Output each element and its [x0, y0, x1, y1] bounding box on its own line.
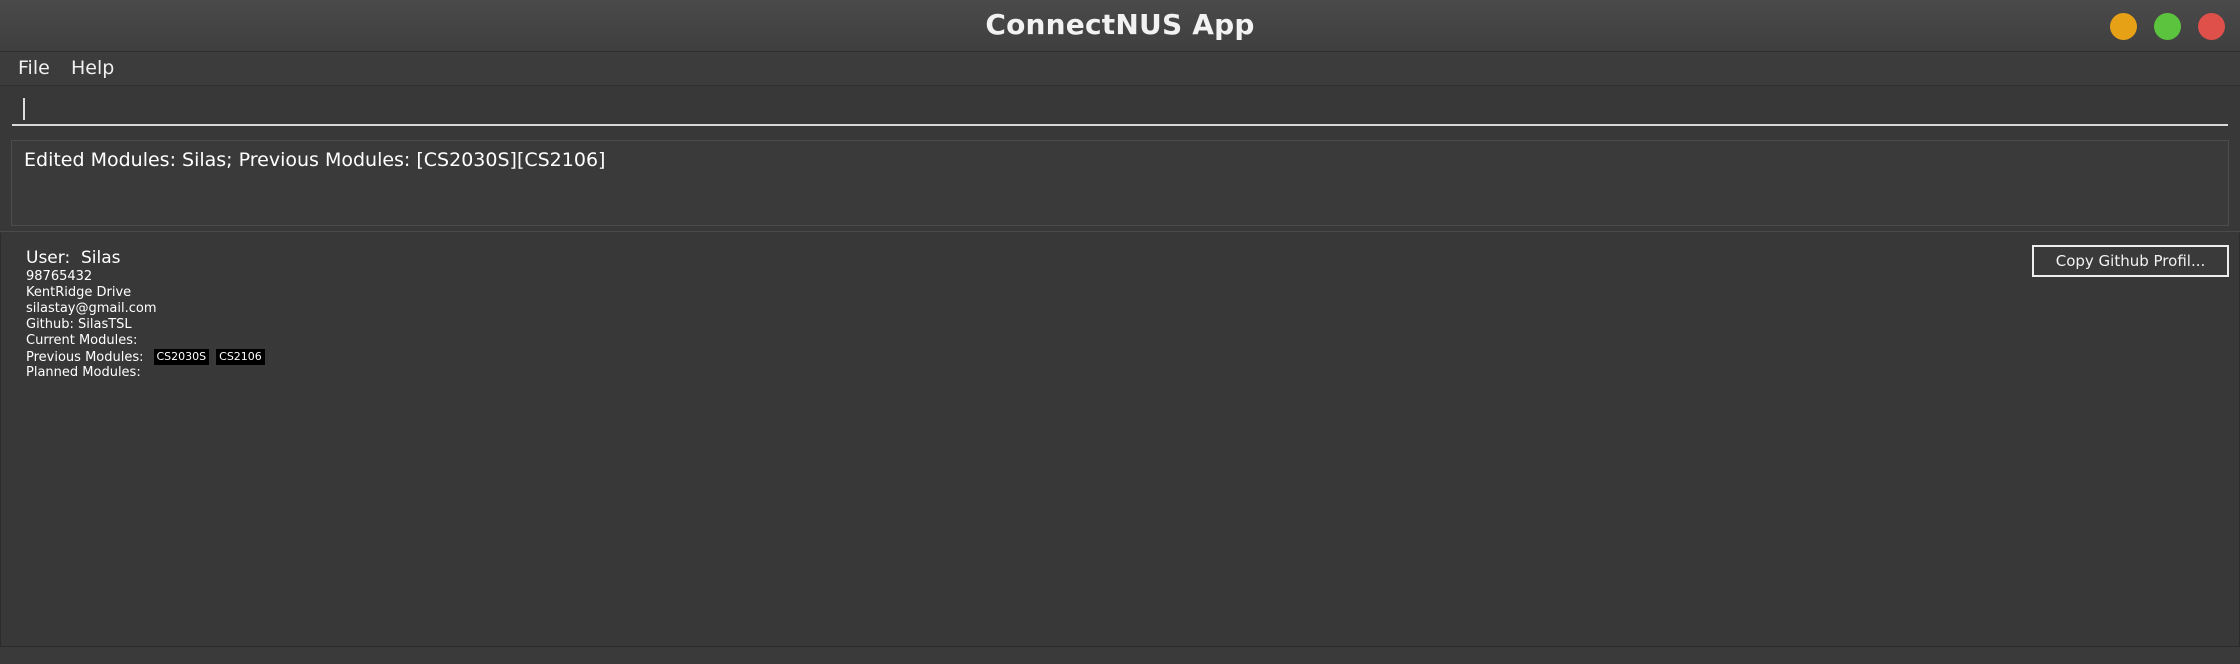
profile-phone: 98765432 [26, 269, 93, 284]
planned-modules-label: Planned Modules: [26, 365, 141, 380]
profile-address: KentRidge Drive [26, 285, 132, 300]
result-display-container: Edited Modules: Silas; Previous Modules:… [0, 136, 2240, 232]
minimize-button[interactable] [2110, 13, 2137, 40]
window-title: ConnectNUS App [985, 8, 1255, 41]
profile-name: User: Silas [26, 248, 121, 268]
menu-file[interactable]: File [18, 57, 50, 79]
menu-bar: File Help [0, 52, 2240, 86]
profile-github: Github: SilasTSL [26, 317, 132, 332]
planned-modules-row: Planned Modules: [26, 365, 141, 380]
current-modules-label: Current Modules: [26, 333, 138, 348]
result-display[interactable]: Edited Modules: Silas; Previous Modules:… [11, 140, 2229, 226]
status-bar [0, 646, 2240, 664]
text-caret [23, 98, 25, 120]
profile-email: silastay@gmail.com [26, 301, 157, 316]
copy-github-profile-button[interactable]: Copy Github Profil... [2032, 245, 2229, 277]
previous-modules-row: Previous Modules: CS2030S CS2106 [26, 349, 265, 365]
close-button[interactable] [2198, 13, 2225, 40]
menu-help[interactable]: Help [71, 57, 114, 79]
current-modules-row: Current Modules: [26, 333, 137, 348]
previous-modules-label: Previous Modules: [26, 350, 144, 365]
app-window: ConnectNUS App File Help Edited Modules:… [0, 0, 2240, 664]
command-box-container [0, 86, 2240, 136]
profile-panel: User: Silas 98765432 KentRidge Drive sil… [0, 233, 2240, 646]
command-input[interactable] [12, 92, 2228, 126]
module-tag: CS2106 [216, 349, 265, 365]
module-tag: CS2030S [153, 349, 210, 365]
result-text: Edited Modules: Silas; Previous Modules:… [24, 149, 606, 171]
maximize-button[interactable] [2154, 13, 2181, 40]
title-bar: ConnectNUS App [0, 0, 2240, 52]
